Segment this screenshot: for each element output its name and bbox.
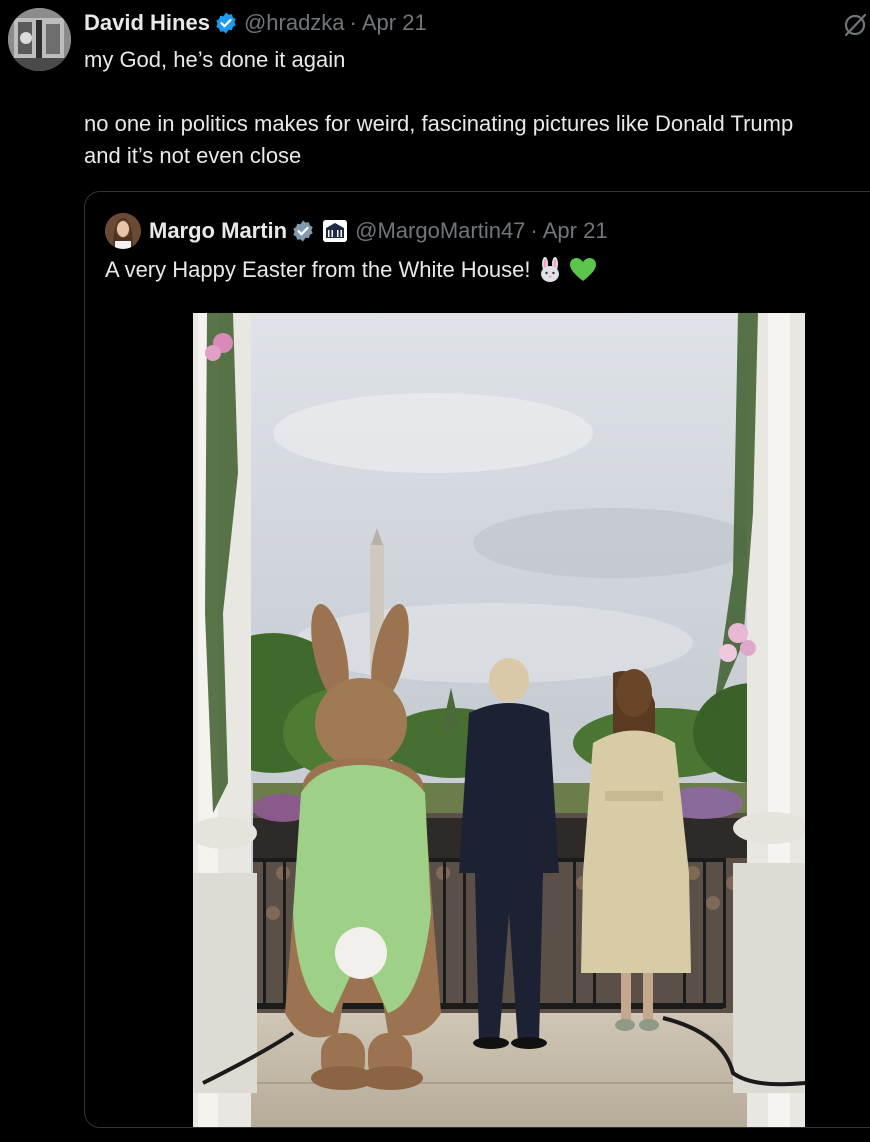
quoted-tweet-photo[interactable] bbox=[193, 313, 805, 1127]
author-name[interactable]: David Hines bbox=[84, 10, 210, 36]
tweet-text-line bbox=[84, 76, 870, 108]
author-handle[interactable]: @hradzka bbox=[244, 10, 345, 36]
quoted-author-name[interactable]: Margo Martin bbox=[149, 218, 287, 244]
tweet-date[interactable]: Apr 21 bbox=[362, 10, 427, 36]
green-heart-emoji-icon bbox=[569, 257, 596, 283]
grok-icon[interactable] bbox=[842, 12, 868, 38]
verified-badge-icon bbox=[214, 11, 238, 35]
tweet-text-line: no one in politics makes for weird, fasc… bbox=[84, 111, 794, 136]
separator-dot: · bbox=[349, 10, 357, 35]
quoted-tweet-text-row: A very Happy Easter from the White House… bbox=[105, 254, 596, 286]
quoted-tweet-date[interactable]: Apr 21 bbox=[543, 218, 608, 244]
author-avatar[interactable] bbox=[8, 8, 71, 71]
tweet-text-line: and it’s not even close bbox=[84, 143, 302, 168]
quoted-tweet-header: Margo Martin @MargoMartin47 · Apr 21 bbox=[105, 212, 608, 250]
tweet-text-line: my God, he’s done it again bbox=[84, 47, 346, 72]
verified-badge-icon bbox=[291, 219, 315, 243]
quoted-author-avatar[interactable] bbox=[105, 213, 141, 249]
quoted-tweet-text: A very Happy Easter from the White House… bbox=[105, 257, 531, 282]
tweet-text: my God, he’s done it again no one in pol… bbox=[84, 44, 870, 172]
white-house-affiliation-icon[interactable] bbox=[323, 220, 348, 242]
quoted-author-handle[interactable]: @MargoMartin47 bbox=[355, 218, 525, 244]
rabbit-face-emoji-icon bbox=[537, 257, 563, 283]
quoted-tweet[interactable]: Margo Martin @MargoMartin47 · Apr 21 A v… bbox=[84, 191, 870, 1128]
separator-dot: · bbox=[530, 218, 538, 243]
tweet-header: David Hines @hradzka · Apr 21 bbox=[84, 8, 427, 38]
